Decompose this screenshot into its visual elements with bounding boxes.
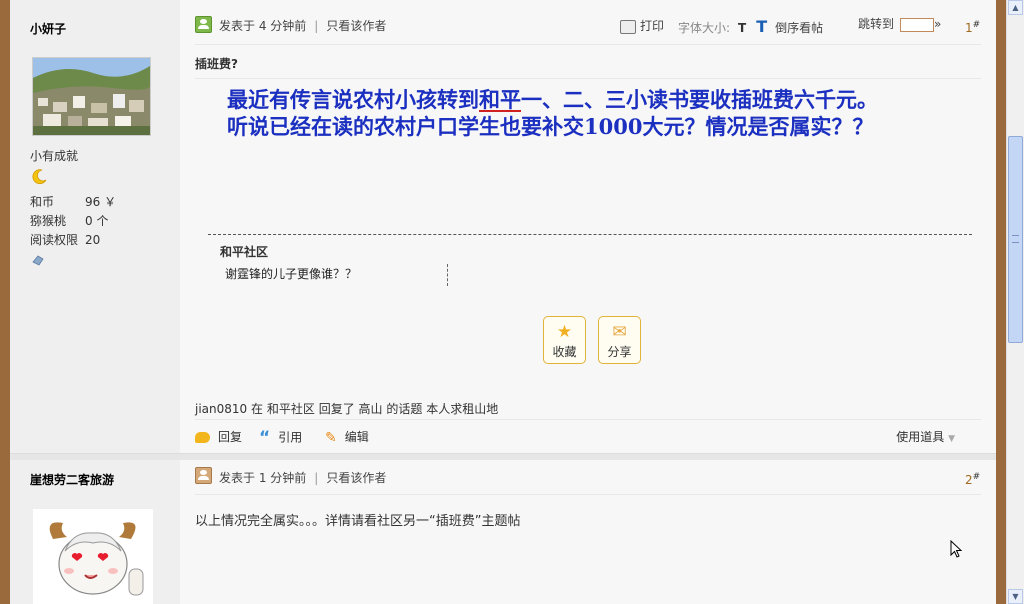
use-tool-label: 使用道具 [896,430,945,444]
jump-arrow[interactable]: » [934,17,941,31]
print-icon [620,19,636,34]
body-line-2: 听说已经在读的农村户口学生也要补交1000大元？情况是否属实？？ [197,113,987,140]
author-name[interactable]: 小妍子 [30,20,66,37]
post-icon [195,467,212,484]
print-button[interactable]: 打印 [620,17,664,34]
floor-number: 2# [965,472,980,487]
divider [447,264,448,286]
only-author-link[interactable]: 只看该作者 [326,19,386,33]
star-icon: ★ [556,322,573,342]
stat-read-permission: 阅读权限 20 [30,231,100,248]
vertical-scrollbar[interactable]: ▲ ▼ [1006,0,1024,604]
post-time: 发表于 1 分钟前 [219,471,307,485]
stat-label: 和币 [30,195,55,209]
signature-divider [208,234,972,235]
cursor-icon [950,539,963,558]
avatar[interactable] [32,57,151,136]
jump-to: 跳转到 » [858,15,941,32]
activity-text: 在 [251,402,264,416]
activity-text: 回复了 [318,402,355,416]
chevron-down-icon: ▼ [948,434,955,444]
reverse-order-link[interactable]: 倒序看帖 [775,21,823,35]
use-tool-menu[interactable]: 使用道具 ▼ [896,428,955,445]
envelope-icon: ✉ [612,322,627,342]
post-time: 发表于 4 分钟前 [219,19,307,33]
body-highlight: 和平 [479,87,521,112]
font-large-button[interactable]: T [756,17,767,36]
post-icon [195,16,212,33]
activity-text: 的话题 [386,402,423,416]
body-text: 最近有传言说农村小孩转到 [227,87,479,112]
community-name: 和平社区 [220,245,269,259]
stat-value: 20 [85,233,101,247]
reply-icon [195,432,210,443]
post-content: 发表于 1 分钟前 | 只看该作者 2# 以上情况完全属实。。。详情请看社区另一“插… [180,460,996,604]
favorite-button[interactable]: ★ 收藏 [543,316,586,364]
author-sidebar: 小妍子 小有成就 和币 96 ￥ 猕猴桃 0 个 阅读权限 20 [10,0,180,453]
scroll-thumb[interactable] [1008,136,1023,343]
quote-label: 引用 [278,430,303,445]
activity-forum[interactable]: 和平社区 [267,402,315,416]
activity-feed: jian0810 在 和平社区 回复了 高山 的话题 本人求租山地 [195,400,498,417]
stat-label: 猕猴桃 [30,214,67,228]
share-label: 分享 [607,345,632,359]
edit-label: 编辑 [344,430,369,444]
edit-button[interactable]: ✎ 编辑 [325,428,369,446]
body-text: 一、二、三小读书要收插班费六千元。 [521,87,878,112]
divider [195,494,981,495]
floor-mark: # [972,20,981,30]
floor-num: 2 [965,473,973,487]
jump-label: 跳转到 [858,17,895,31]
author-sidebar: 崖想劳二客旅游 [10,460,180,604]
favorite-label: 收藏 [552,345,577,359]
reply-label: 回复 [218,430,243,444]
page: 小妍子 小有成就 和币 96 ￥ 猕猴桃 0 个 阅读权限 20 发表于 4 分… [10,0,996,604]
moon-icon [32,168,48,184]
floor-number: 1# [965,20,980,35]
scroll-down-button[interactable]: ▼ [1008,589,1023,604]
print-label: 打印 [640,19,665,33]
stat-coin: 和币 96 ￥ [30,193,116,210]
author-name[interactable]: 崖想劳二客旅游 [30,471,114,488]
scroll-up-button[interactable]: ▲ [1008,0,1023,15]
floor-num: 1 [965,21,973,35]
share-button[interactable]: ✉ 分享 [598,316,641,364]
post-content: 发表于 4 分钟前 | 只看该作者 打印 字体大小: T T 倒序看帖 跳转到 » 1# 插… [180,0,996,453]
related-thread-link[interactable]: 谢霆锋的儿子更像谁？？ [225,265,357,282]
message-icon[interactable] [32,254,44,266]
stat-kiwi: 猕猴桃 0 个 [30,212,108,229]
post-body: 以上情况完全属实。。。详情请看社区另一“插班费”主题帖 [195,514,521,529]
avatar[interactable] [32,508,154,604]
quote-icon: “ [259,428,271,448]
body-text: 听说已经在读的农村户口学生也要补交1000大元？情况是否属实？？ [227,114,874,139]
only-author-link[interactable]: 只看该作者 [326,471,386,485]
jump-input[interactable] [900,17,935,32]
edit-icon: ✎ [325,429,337,446]
divider [195,44,981,45]
stat-label: 阅读权限 [30,233,79,247]
activity-topic[interactable]: 本人求租山地 [426,402,498,416]
activity-target-user[interactable]: 高山 [359,402,383,416]
thread-title: 插班费? [195,57,238,71]
body-line-1: 最近有传言说农村小孩转到和平一、二、三小读书要收插班费六千元。 [197,86,987,113]
font-size-control: 字体大小: T T 倒序看帖 [678,17,823,36]
stat-value: 0 个 [85,214,109,228]
floor-mark: # [972,472,981,482]
font-size-label: 字体大小: [678,21,731,35]
stat-value: 96 ￥ [85,195,117,209]
divider [195,419,981,420]
divider [195,78,981,79]
post-body: 最近有传言说农村小孩转到和平一、二、三小读书要收插班费六千元。 听说已经在读的农… [197,86,987,140]
reply-button[interactable]: 回复 [195,428,242,445]
activity-user[interactable]: jian0810 [195,402,247,416]
quote-button[interactable]: “ 引用 [259,428,302,448]
user-rank: 小有成就 [30,149,79,163]
post-meta: 发表于 4 分钟前 | 只看该作者 [219,19,387,33]
font-small-button[interactable]: T [738,21,746,35]
post-meta: 发表于 1 分钟前 | 只看该作者 [219,471,387,485]
